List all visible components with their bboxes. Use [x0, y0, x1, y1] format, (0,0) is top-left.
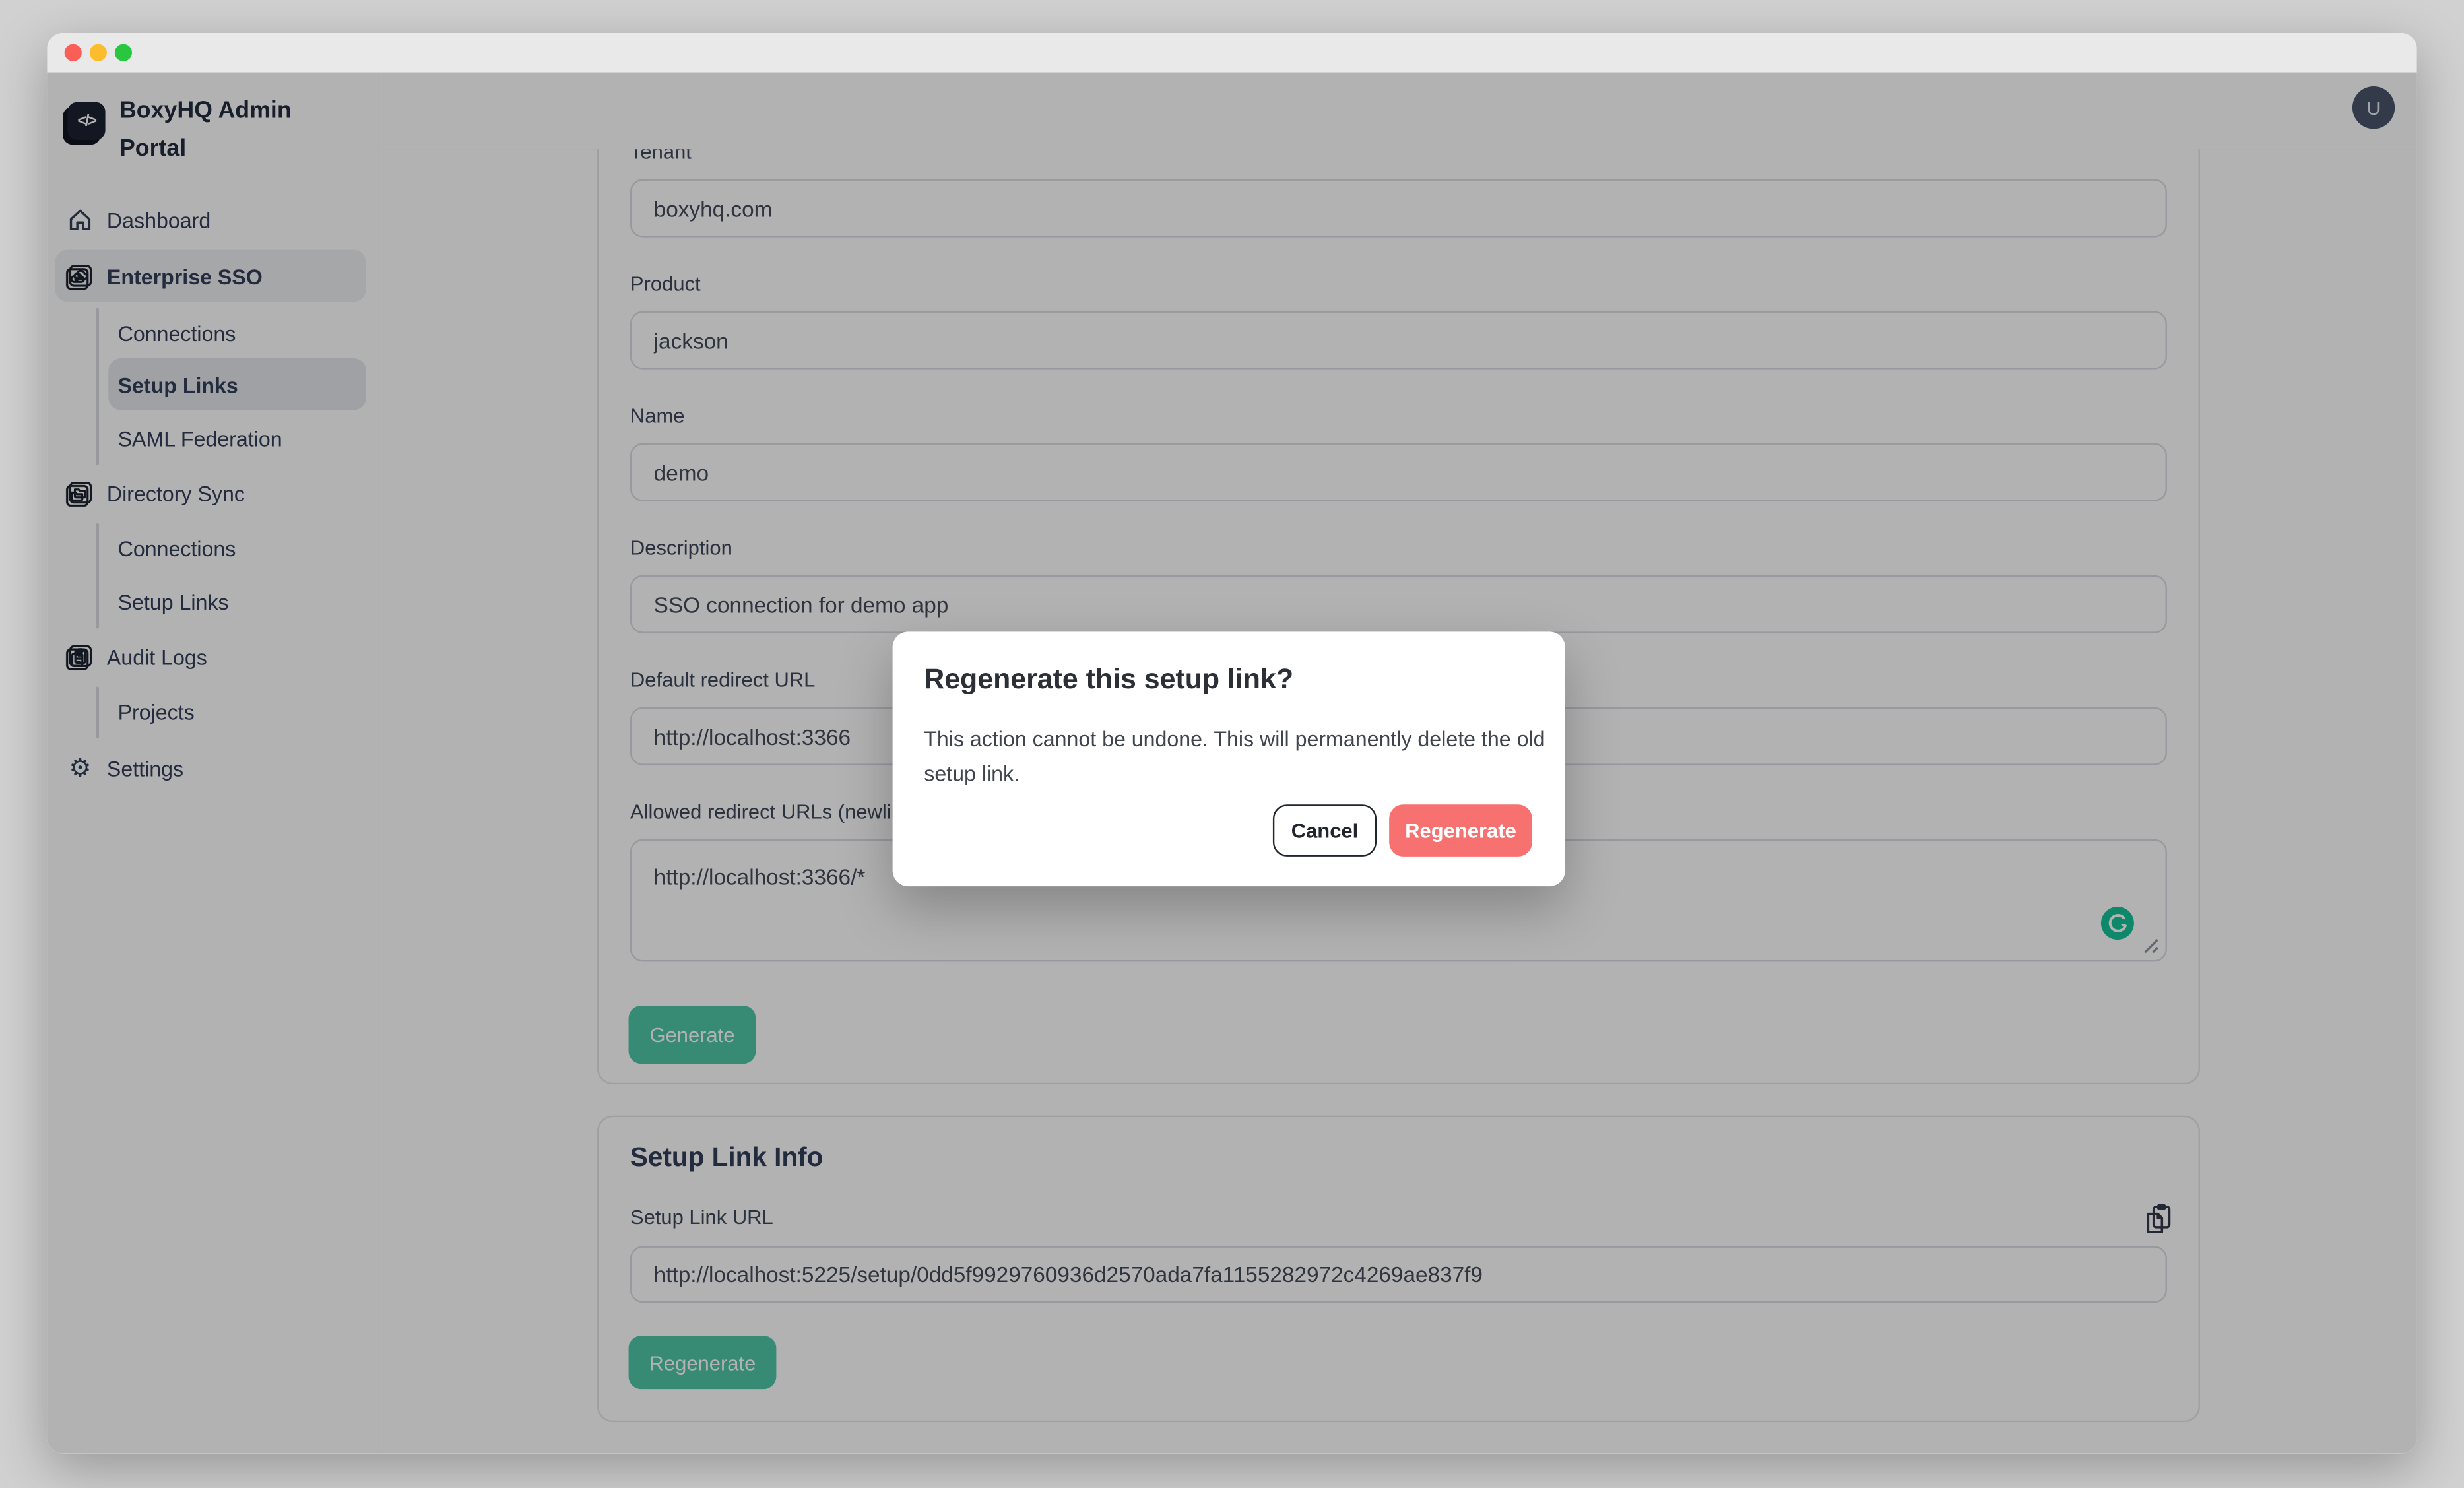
window-titlebar [47, 33, 2416, 74]
dialog-title: Regenerate this setup link? [924, 663, 1293, 696]
cancel-button[interactable]: Cancel [1273, 804, 1377, 857]
dialog-body-line: This action cannot be undone. This will … [924, 728, 1545, 752]
zoom-window-icon[interactable] [115, 44, 132, 61]
app-window: </> BoxyHQ Admin Portal Dashboard [47, 33, 2416, 1454]
dialog-body-line: setup link. [924, 762, 1020, 786]
confirm-regenerate-button[interactable]: Regenerate [1389, 804, 1532, 857]
minimize-window-icon[interactable] [90, 44, 107, 61]
close-window-icon[interactable] [65, 44, 82, 61]
regenerate-confirm-dialog: Regenerate this setup link? This action … [893, 631, 1565, 886]
